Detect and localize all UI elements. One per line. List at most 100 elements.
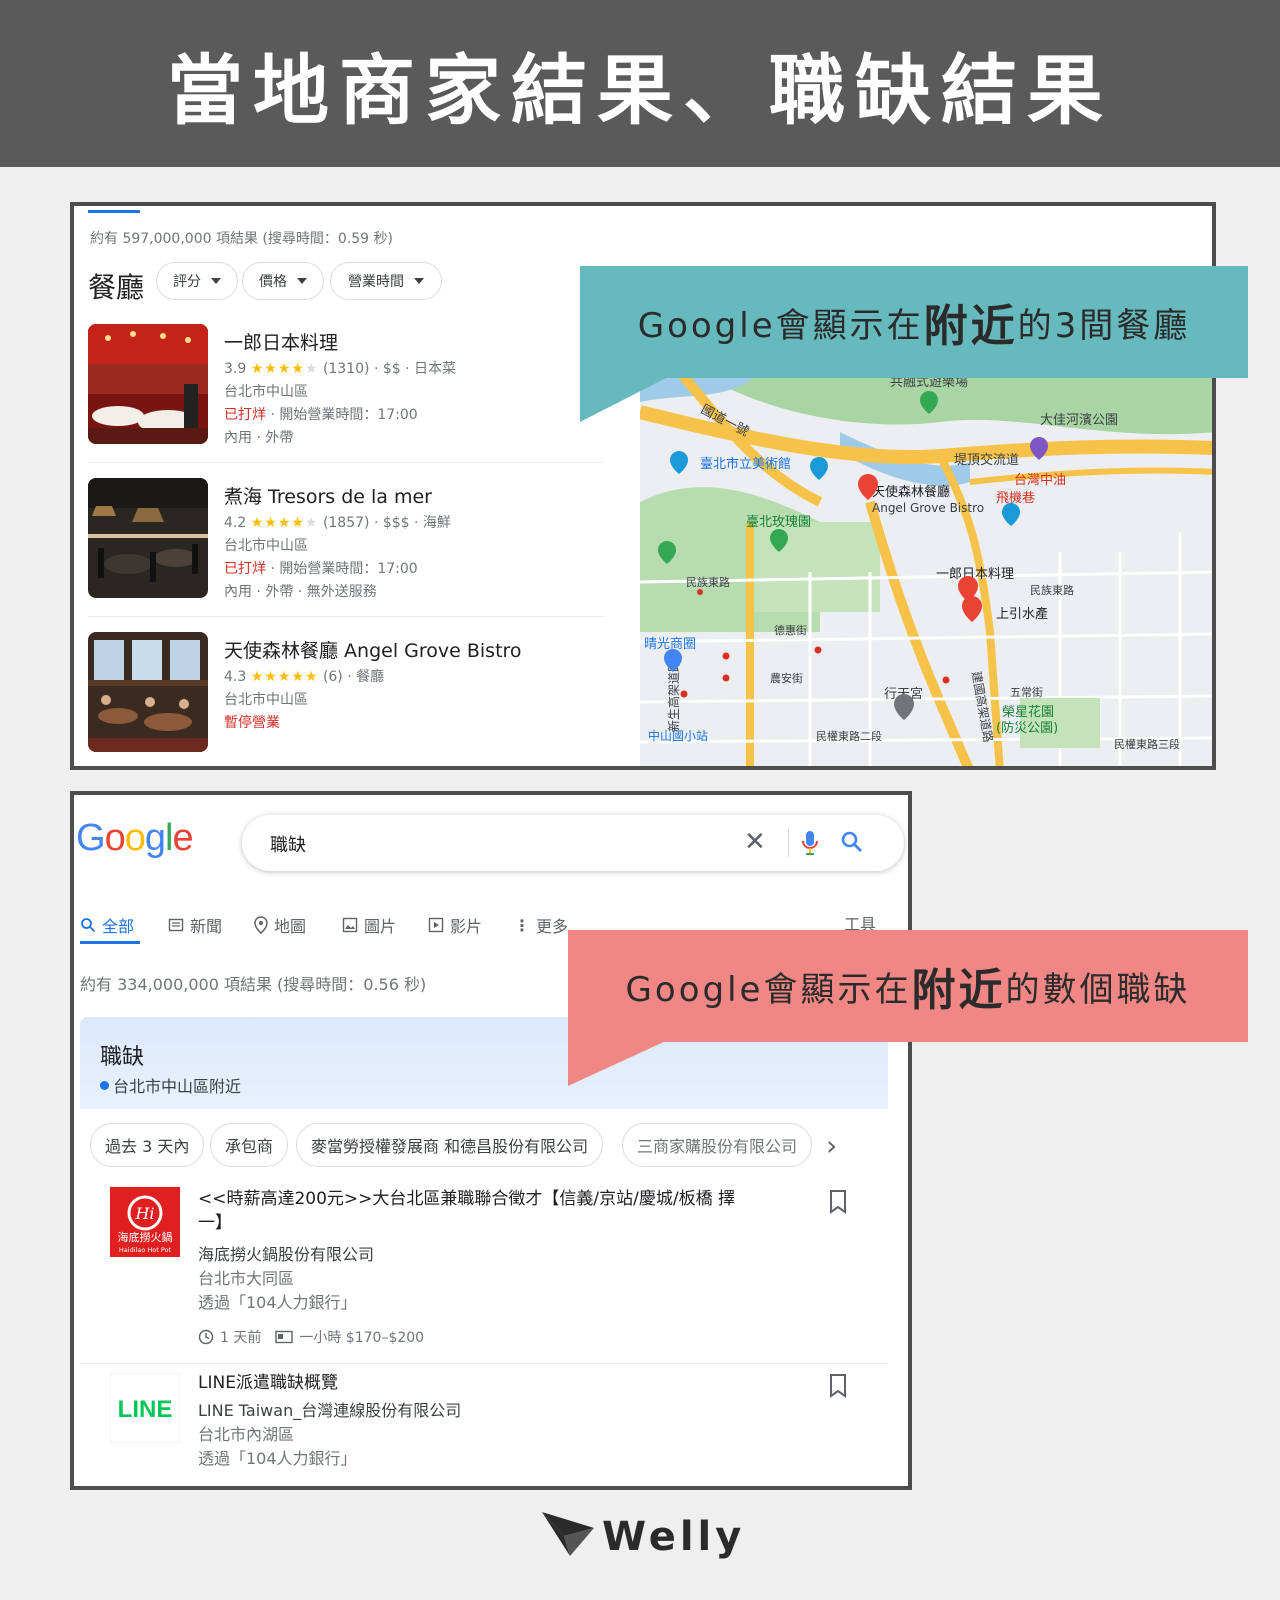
price-and-type: · $$ · 日本菜: [369, 361, 457, 377]
price-and-type: · 餐廳: [342, 669, 385, 685]
filter-rating-chip[interactable]: 評分: [156, 262, 238, 300]
restaurant-card-ichiro[interactable]: 一郎日本料理 3.9 ★★★★★ (1310) · $$ · 日本菜 台北市中山…: [88, 324, 608, 454]
price-and-type: · $$$ · 海鮮: [369, 515, 451, 531]
restaurant-rating-line: 4.2 ★★★★★ (1857) · $$$ · 海鮮: [224, 512, 451, 532]
bookmark-icon[interactable]: [828, 1189, 848, 1219]
svg-text:民族東路: 民族東路: [1030, 583, 1074, 597]
svg-text:五常街: 五常街: [1010, 685, 1043, 699]
restaurant-photo[interactable]: [88, 478, 208, 598]
closed-status: 已打烊: [224, 407, 266, 423]
tab-news[interactable]: 新聞: [168, 913, 222, 937]
restaurant-card-angel-grove[interactable]: 天使森林餐廳 Angel Grove Bistro 4.3 ★★★★★ (6) …: [88, 632, 608, 762]
filter-chip-recent[interactable]: 過去 3 天內: [90, 1123, 205, 1167]
svg-text:大佳河濱公園: 大佳河濱公園: [1040, 413, 1118, 428]
callout-jobs: Google會顯示在 附近 的數個職缺: [568, 930, 1248, 1042]
map-pin-icon: [254, 916, 268, 934]
restaurant-name[interactable]: 一郎日本料理: [224, 328, 338, 355]
search-icon[interactable]: [840, 830, 864, 858]
star-rating-icon: ★★★★★: [250, 515, 319, 531]
svg-text:海底撈火鍋: 海底撈火鍋: [118, 1230, 173, 1244]
divider: [80, 1363, 888, 1364]
svg-text:堤頂交流道: 堤頂交流道: [954, 452, 1019, 468]
google-logo[interactable]: Google: [76, 817, 194, 860]
tab-images[interactable]: 圖片: [342, 913, 396, 937]
tab-maps[interactable]: 地圖: [254, 913, 306, 937]
restaurant-status: 暫停營業: [224, 712, 280, 732]
brand-logo: Welly: [540, 1506, 760, 1566]
company-logo: Hi 海底撈火鍋 Haidilao Hot Pot: [110, 1187, 180, 1257]
svg-text:民權東路三段: 民權東路三段: [1114, 737, 1180, 751]
video-icon: [428, 917, 444, 933]
jobs-widget-location: 台北市中山區附近: [100, 1073, 241, 1097]
local-results-heading: 餐廳: [88, 271, 145, 304]
search-input[interactable]: 職缺: [270, 831, 306, 857]
svg-text:Haidilao Hot Pot: Haidilao Hot Pot: [119, 1246, 172, 1254]
divider: [788, 829, 789, 857]
svg-text:Hi: Hi: [134, 1204, 154, 1223]
filter-hours-chip[interactable]: 營業時間: [330, 262, 442, 300]
filter-chip-contractor[interactable]: 承包商: [210, 1123, 289, 1167]
rating-value: 4.3: [224, 669, 247, 685]
tab-more[interactable]: ⋮ 更多: [514, 913, 568, 937]
job-title[interactable]: <<時薪高達200元>>大台北區兼職聯合徵才【信義/京站/慶城/板橋 擇一】: [198, 1187, 758, 1235]
filter-price-chip[interactable]: 價格: [242, 262, 324, 300]
svg-text:民權東路二段: 民權東路二段: [816, 729, 882, 743]
restaurant-services: 內用 · 外帶 · 無外送服務: [224, 584, 377, 600]
svg-text:臺北玫瑰園: 臺北玫瑰園: [746, 514, 811, 530]
svg-text:天使森林餐廳: 天使森林餐廳: [872, 484, 950, 500]
restaurant-name[interactable]: 天使森林餐廳 Angel Grove Bistro: [224, 636, 522, 663]
filter-chip-mcdonalds[interactable]: 麥當勞授權發展商 和德昌股份有限公司: [296, 1123, 604, 1167]
tab-videos[interactable]: 影片: [428, 913, 482, 937]
jobs-screenshot: Google 職缺 ✕ 全部 新聞 地圖 圖片 影片 ⋮ 更多 工具 約有 33…: [70, 791, 912, 1490]
star-rating-icon: ★★★★★: [250, 669, 319, 685]
restaurant-card-tresors[interactable]: 煮海 Tresors de la mer 4.2 ★★★★★ (1857) · …: [88, 478, 608, 608]
opening-time: · 開始營業時間：17:00: [266, 561, 418, 577]
opening-time: · 開始營業時間：17:00: [266, 407, 418, 423]
job-listing[interactable]: Hi 海底撈火鍋 Haidilao Hot Pot <<時薪高達200元>>大台…: [80, 1187, 888, 1357]
callout-emphasis: 附近: [911, 965, 1006, 1016]
svg-text:臺北市立美術館: 臺北市立美術館: [700, 456, 791, 472]
brand-name: Welly: [602, 1514, 746, 1560]
callout-prefix: Google會顯示在: [625, 969, 912, 1010]
review-count: (1310): [322, 361, 370, 377]
svg-text:飛機巷: 飛機巷: [996, 491, 1035, 506]
review-count: (1857): [322, 515, 370, 531]
svg-text:榮星花園: 榮星花園: [1002, 704, 1054, 720]
svg-text:德惠街: 德惠街: [774, 623, 807, 637]
bookmark-icon[interactable]: [828, 1373, 848, 1403]
filter-chip-sanshang[interactable]: 三商家購股份有限公司: [622, 1123, 813, 1167]
restaurant-name[interactable]: 煮海 Tresors de la mer: [224, 482, 432, 509]
svg-text:(防災公園): (防災公園): [996, 720, 1058, 736]
microphone-icon[interactable]: [800, 829, 820, 861]
job-listing[interactable]: LINE LINE派遣職缺概覽 LINE Taiwan_台灣連線股份有限公司 台…: [80, 1371, 888, 1486]
restaurant-address: 台北市中山區: [224, 384, 308, 400]
callout-suffix: 的3間餐廳: [1017, 305, 1191, 346]
map-canvas: 共融式遊樂場 大佳河濱公園 堤頂交流道 臺北市立美術館 台灣中油 飛機巷 天使森…: [640, 372, 1212, 766]
caret-down-icon: [211, 278, 221, 284]
svg-text:Angel Grove Bistro: Angel Grove Bistro: [872, 501, 984, 515]
posted-time: 1 天前: [220, 1330, 262, 1346]
review-count: (6): [322, 669, 343, 685]
active-tab-indicator: [88, 210, 140, 213]
tab-maps-label: 地圖: [274, 917, 307, 936]
rating-value: 3.9: [224, 361, 247, 377]
salary-icon: [275, 1330, 294, 1344]
job-title[interactable]: LINE派遣職缺概覽: [198, 1371, 758, 1395]
svg-text:上引水產: 上引水產: [996, 606, 1048, 622]
tab-all[interactable]: 全部: [80, 913, 134, 937]
result-count: 約有 597,000,000 項結果 (搜尋時間：0.59 秒): [90, 231, 393, 247]
chevron-right-icon[interactable]: ›: [826, 1129, 837, 1162]
search-icon: [81, 918, 96, 933]
local-results-map[interactable]: 共融式遊樂場 大佳河濱公園 堤頂交流道 臺北市立美術館 台灣中油 飛機巷 天使森…: [640, 372, 1212, 766]
jobs-widget-title: 職缺: [100, 1045, 145, 1070]
callout-tail: [580, 376, 670, 422]
tab-videos-label: 影片: [450, 917, 483, 936]
divider: [88, 616, 604, 617]
restaurant-photo[interactable]: [88, 324, 208, 444]
callout-restaurants: Google會顯示在 附近 的3間餐廳: [580, 266, 1248, 378]
search-box[interactable]: 職缺 ✕: [242, 815, 904, 871]
callout-emphasis: 附近: [923, 301, 1018, 352]
restaurant-photo[interactable]: [88, 632, 208, 752]
svg-text:民族東路: 民族東路: [686, 575, 730, 589]
clear-icon[interactable]: ✕: [744, 827, 766, 857]
